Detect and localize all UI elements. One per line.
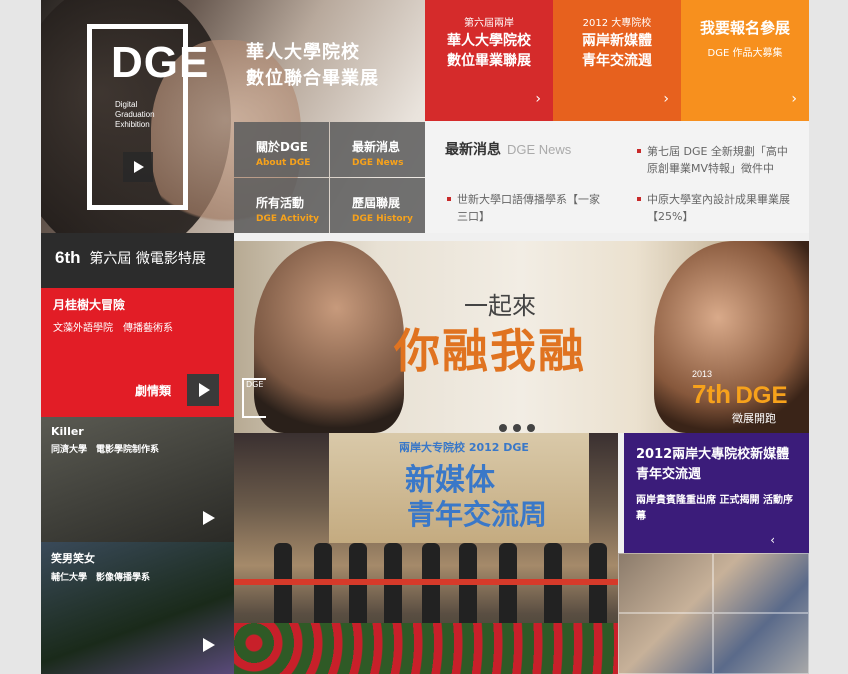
- film-card-featured[interactable]: 月桂樹大冒險 文藻外語學院 傳播藝術系 劇情類: [41, 288, 234, 417]
- chevron-right-icon: ›: [791, 91, 797, 107]
- dge-logo[interactable]: DGE: [111, 38, 209, 88]
- film-card[interactable]: 笑男笑女 輔仁大學 影像傳播學系: [41, 542, 234, 674]
- news-heading: 最新消息 DGE News: [445, 141, 572, 157]
- news-item[interactable]: 中原大學室內設計成果畢業展【25%】: [637, 191, 797, 225]
- main-nav: 關於DGE About DGE 最新消息 DGE News 所有活動 DGE Acti…: [234, 122, 425, 233]
- slider-dot[interactable]: [527, 424, 535, 432]
- hero-banner: DGE Digital Graduation Exhibition 華人大學院校…: [41, 0, 425, 233]
- play-icon[interactable]: [201, 511, 215, 525]
- play-button[interactable]: [187, 374, 219, 406]
- film-school: 輔仁大學 影像傳播學系: [51, 573, 151, 583]
- hero-play-button[interactable]: [123, 152, 153, 182]
- event-info-panel[interactable]: 2012兩岸大專院校新媒體青年交流週 兩岸貴賓隆重出席 正式揭開 活動序幕 ‹: [624, 433, 809, 553]
- news-panel: 最新消息 DGE News 第七屆 DGE 全新規劃「高中原創畢業MV特報」徵件中…: [425, 121, 809, 233]
- dge-mini-logo: DGE: [242, 378, 266, 418]
- nav-news[interactable]: 最新消息 DGE News: [330, 122, 425, 177]
- nav-about[interactable]: 關於DGE About DGE: [234, 122, 329, 177]
- film-title: 笑男笑女: [51, 552, 95, 565]
- event-stage-screen: 兩岸大专院校 2012 DGE 新媒体 青年交流周: [329, 433, 589, 543]
- chevron-right-icon: ›: [663, 91, 669, 107]
- film-card[interactable]: Killer 同濟大學 電影學院制作系: [41, 417, 234, 542]
- film-title: 月桂樹大冒險: [53, 298, 126, 312]
- site-title: 華人大學院校 數位聯合畢業展: [246, 42, 379, 89]
- film-genre: 劇情類: [135, 384, 172, 398]
- banner-photo-boy: [254, 241, 404, 433]
- slider-dot[interactable]: [499, 424, 507, 432]
- chevron-left-icon[interactable]: ‹: [770, 533, 775, 547]
- event-ribbon: [234, 579, 618, 585]
- film-school: 同濟大學 電影學院制作系: [51, 445, 160, 455]
- play-icon[interactable]: [201, 638, 215, 652]
- slider-dots: [499, 417, 541, 433]
- page: DGE Digital Graduation Exhibition 華人大學院校…: [41, 0, 809, 674]
- banner-headline: 你融我融: [394, 324, 586, 378]
- film-section-header: 6th 第六屆 微電影特展: [41, 233, 234, 288]
- tile-graduation-exhibition[interactable]: 第六屆兩岸 華人大學院校 數位畢業聯展 ›: [425, 0, 553, 121]
- tile-youth-exchange[interactable]: 2012 大專院校 兩岸新媒體 青年交流週 ›: [553, 0, 681, 121]
- slider-dot[interactable]: [513, 424, 521, 432]
- news-item[interactable]: 世新大學口語傳播學系【一家三口】: [447, 191, 607, 225]
- film-title: Killer: [51, 425, 84, 438]
- chevron-right-icon: ›: [535, 91, 541, 107]
- film-school: 文藻外語學院 傳播藝術系: [53, 323, 173, 334]
- news-item[interactable]: 第七屆 DGE 全新規劃「高中原創畢業MV特報」徵件中: [637, 143, 797, 177]
- event-photo[interactable]: 兩岸大专院校 2012 DGE 新媒体 青年交流周: [234, 433, 618, 674]
- nav-history[interactable]: 歷屆聯展 DGE History: [330, 178, 425, 233]
- event-info-title: 2012兩岸大專院校新媒體青年交流週: [636, 447, 790, 482]
- event-flowers: [234, 623, 618, 674]
- promo-banner[interactable]: DGE 一起來 你融我融 2013 7th DGE 徵展開跑: [234, 241, 809, 433]
- event-info-desc: 兩岸貴賓隆重出席 正式揭開 活動序幕: [636, 495, 793, 522]
- event-thumbnail-collage[interactable]: [618, 553, 809, 674]
- tile-register[interactable]: 我要報名參展 DGE 作品大募集 ›: [681, 0, 809, 121]
- nav-activity[interactable]: 所有活動 DGE Activity: [234, 178, 329, 233]
- dge-logo-subtitle: Digital Graduation Exhibition: [115, 100, 155, 129]
- banner-edition: 2013 7th DGE 徵展開跑: [692, 369, 788, 425]
